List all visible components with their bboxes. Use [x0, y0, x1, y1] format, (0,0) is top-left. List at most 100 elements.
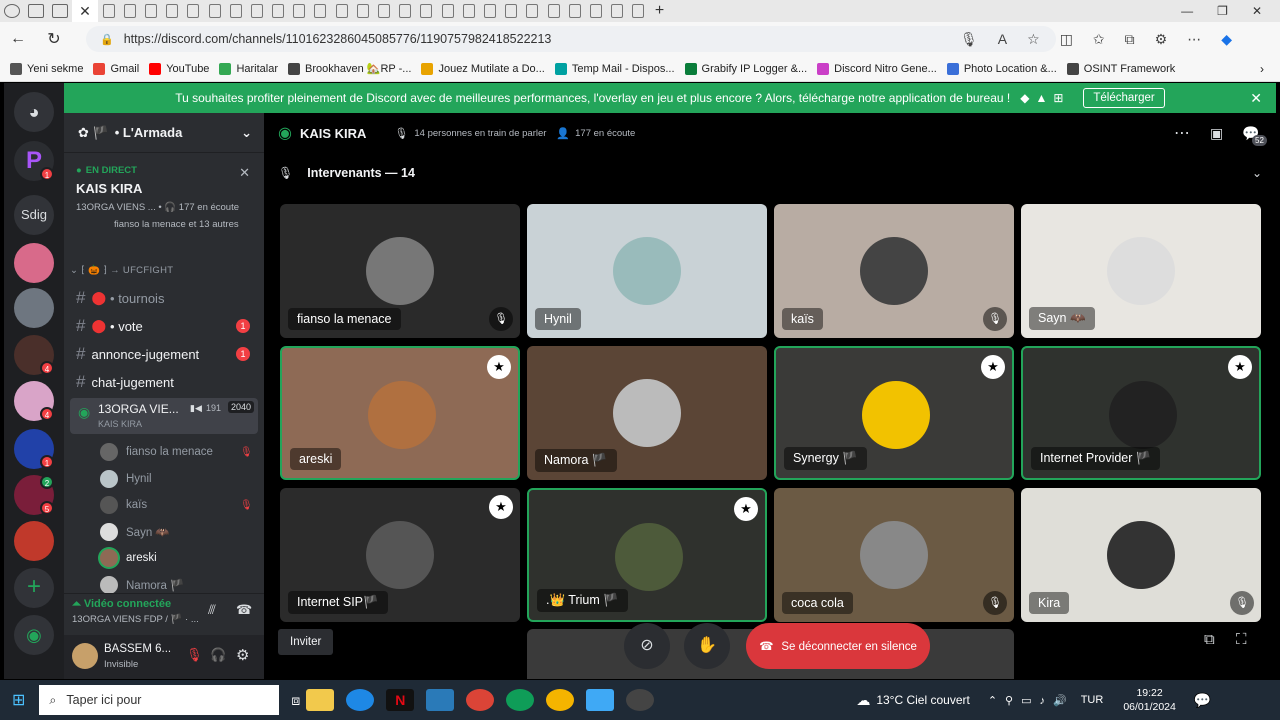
- user-name[interactable]: BASSEM 6...: [104, 643, 171, 655]
- browser-tab[interactable]: [462, 4, 475, 18]
- browser-tab[interactable]: [399, 4, 412, 18]
- voice-user[interactable]: areski: [100, 547, 157, 569]
- clock[interactable]: 19:22 06/01/2024: [1123, 686, 1176, 714]
- favorite-star-icon[interactable]: ☆: [1027, 31, 1040, 48]
- settings-gear-icon[interactable]: ⚙: [236, 646, 249, 664]
- browser-tab[interactable]: [187, 4, 200, 18]
- disconnect-silently-button[interactable]: ☎ Se déconnecter en silence: [746, 623, 930, 669]
- refresh-icon[interactable]: ↻: [36, 29, 72, 49]
- read-aloud-icon[interactable]: A: [998, 31, 1007, 48]
- chrome-icon[interactable]: [546, 689, 575, 711]
- profile-icon[interactable]: [4, 4, 20, 18]
- bookmarks-overflow-icon[interactable]: ›: [1260, 62, 1264, 76]
- channel-vote[interactable]: # ⬤ • vote 1: [76, 313, 256, 339]
- extensions-icon[interactable]: ⚙: [1155, 31, 1168, 48]
- speaker-tile[interactable]: kaïs 🎙: [774, 204, 1014, 338]
- invite-button[interactable]: Inviter: [278, 629, 334, 655]
- chrome-icon[interactable]: [506, 689, 535, 711]
- server-icon-pink[interactable]: [14, 243, 54, 283]
- browser-tab[interactable]: [378, 4, 391, 18]
- close-banner-icon[interactable]: ✕: [1250, 90, 1262, 107]
- browser-tab[interactable]: [547, 4, 560, 18]
- more-options-icon[interactable]: ⋯: [1174, 123, 1190, 143]
- minimize-button[interactable]: —: [1181, 4, 1193, 18]
- task-view-icon[interactable]: ⧈: [291, 692, 300, 709]
- browser-tab[interactable]: [229, 4, 242, 18]
- speaker-tile[interactable]: Synergy 🏴 ★: [774, 346, 1014, 480]
- speaker-tile[interactable]: coca cola 🎙: [774, 488, 1014, 622]
- tray-icons[interactable]: ⌃⚲▭♪🔊: [988, 694, 1075, 707]
- screen-icon[interactable]: ▣: [1210, 125, 1223, 142]
- back-icon[interactable]: ←: [0, 30, 36, 48]
- category-header[interactable]: ⌄ ⁅ 🎃 ⁆ → UFCFIGHT: [70, 265, 173, 276]
- speaker-tile[interactable]: areski ★: [280, 346, 520, 480]
- voice-user[interactable]: Hynil: [100, 468, 152, 490]
- explore-servers-icon[interactable]: ◉: [14, 615, 54, 655]
- stage-channel[interactable]: ◉ 13ORGA VIE... KAIS KIRA ▮◀ 191 2040: [70, 398, 258, 434]
- mute-mic-icon[interactable]: 🎙: [186, 647, 203, 663]
- bookmark-item[interactable]: Photo Location &...: [946, 62, 1057, 75]
- browser-tab[interactable]: [293, 4, 306, 18]
- weather-text[interactable]: 13°C Ciel couvert: [876, 693, 970, 707]
- channel-tournois[interactable]: # ⬤ • tournois: [76, 285, 256, 311]
- close-live-icon[interactable]: ✕: [239, 165, 250, 181]
- speaker-tile[interactable]: Internet SIP🏴 ★: [280, 488, 520, 622]
- browser-tab[interactable]: [144, 4, 157, 18]
- chrome-icon[interactable]: [466, 689, 495, 711]
- speaker-tile[interactable]: Kira 🎙: [1021, 488, 1261, 622]
- bookmark-item[interactable]: Temp Mail - Dispos...: [554, 62, 675, 75]
- edge-icon[interactable]: [346, 689, 375, 711]
- store-icon[interactable]: [426, 689, 455, 711]
- browser-tab[interactable]: [335, 4, 348, 18]
- bookmark-item[interactable]: Brookhaven 🏡RP -...: [288, 62, 411, 75]
- bookmark-item[interactable]: Discord Nitro Gene...: [817, 62, 937, 75]
- more-menu-icon[interactable]: ⋯: [1187, 31, 1201, 48]
- favorites-icon[interactable]: ✩: [1093, 31, 1105, 48]
- user-avatar[interactable]: [72, 643, 98, 669]
- voice-user[interactable]: Sayn 🦇: [100, 521, 170, 543]
- disconnect-icon[interactable]: ☎: [236, 602, 252, 618]
- notes-icon[interactable]: [586, 689, 615, 711]
- taskbar-search[interactable]: ⌕ Taper ici pour: [39, 685, 280, 715]
- browser-tab[interactable]: [611, 4, 624, 18]
- collections-icon[interactable]: ⧉: [1125, 31, 1135, 48]
- speaker-tile[interactable]: fianso la menace 🎙: [280, 204, 520, 338]
- windows-start-icon[interactable]: ⊞: [12, 690, 25, 710]
- live-stage-card[interactable]: ● EN DIRECT KAIS KIRA 13ORGA VIENS ... •…: [72, 157, 256, 247]
- microphone-icon[interactable]: 🎙: [960, 31, 978, 48]
- server-icon-avatar[interactable]: [14, 521, 54, 561]
- tab-actions-icon[interactable]: [52, 4, 68, 18]
- server-icon-city[interactable]: [14, 288, 54, 328]
- close-window-button[interactable]: ✕: [1252, 4, 1262, 18]
- voice-user[interactable]: kaïs 🎙: [100, 494, 253, 516]
- discord-home-icon[interactable]: ◕: [14, 92, 54, 132]
- new-tab-button[interactable]: +: [655, 2, 664, 20]
- browser-tab[interactable]: [632, 4, 645, 18]
- speaker-tile[interactable]: .👑 Trium 🏴 ★: [527, 488, 767, 622]
- bookmark-item[interactable]: YouTube: [149, 62, 209, 75]
- browser-tab[interactable]: [483, 4, 496, 18]
- bookmark-item[interactable]: Yeni sekme: [10, 62, 83, 75]
- bookmark-item[interactable]: Grabify IP Logger &...: [684, 62, 807, 75]
- clock-app-icon[interactable]: [626, 689, 655, 711]
- browser-tab[interactable]: [208, 4, 221, 18]
- input-language[interactable]: TUR: [1081, 694, 1104, 706]
- browser-tab[interactable]: [568, 4, 581, 18]
- browser-tab[interactable]: [314, 4, 327, 18]
- file-explorer-icon[interactable]: [306, 689, 335, 711]
- fullscreen-icon[interactable]: ⛶: [1236, 631, 1247, 648]
- channel-annonce-jugement[interactable]: # annonce-jugement 1: [76, 341, 256, 367]
- url-field[interactable]: 🔒 https://discord.com/channels/110162328…: [86, 26, 1056, 52]
- speaker-tile[interactable]: Hynil: [527, 204, 767, 338]
- server-header[interactable]: ✿ 🏴 • L'Armada ⌄: [64, 113, 264, 153]
- speaker-tile[interactable]: Namora 🏴: [527, 346, 767, 480]
- browser-tab[interactable]: [102, 4, 115, 18]
- bookmark-item[interactable]: Haritalar: [219, 62, 278, 75]
- bookmark-item[interactable]: Jouez Mutilate a Do...: [421, 62, 545, 75]
- speaker-tile[interactable]: Internet Provider 🏴 ★: [1021, 346, 1261, 480]
- close-tab-button[interactable]: ✕: [72, 0, 98, 22]
- browser-tab[interactable]: [356, 4, 369, 18]
- server-icon-sdig[interactable]: Sdig: [14, 195, 54, 235]
- notifications-icon[interactable]: 💬: [1194, 692, 1211, 709]
- popout-icon[interactable]: ⧉: [1204, 631, 1215, 648]
